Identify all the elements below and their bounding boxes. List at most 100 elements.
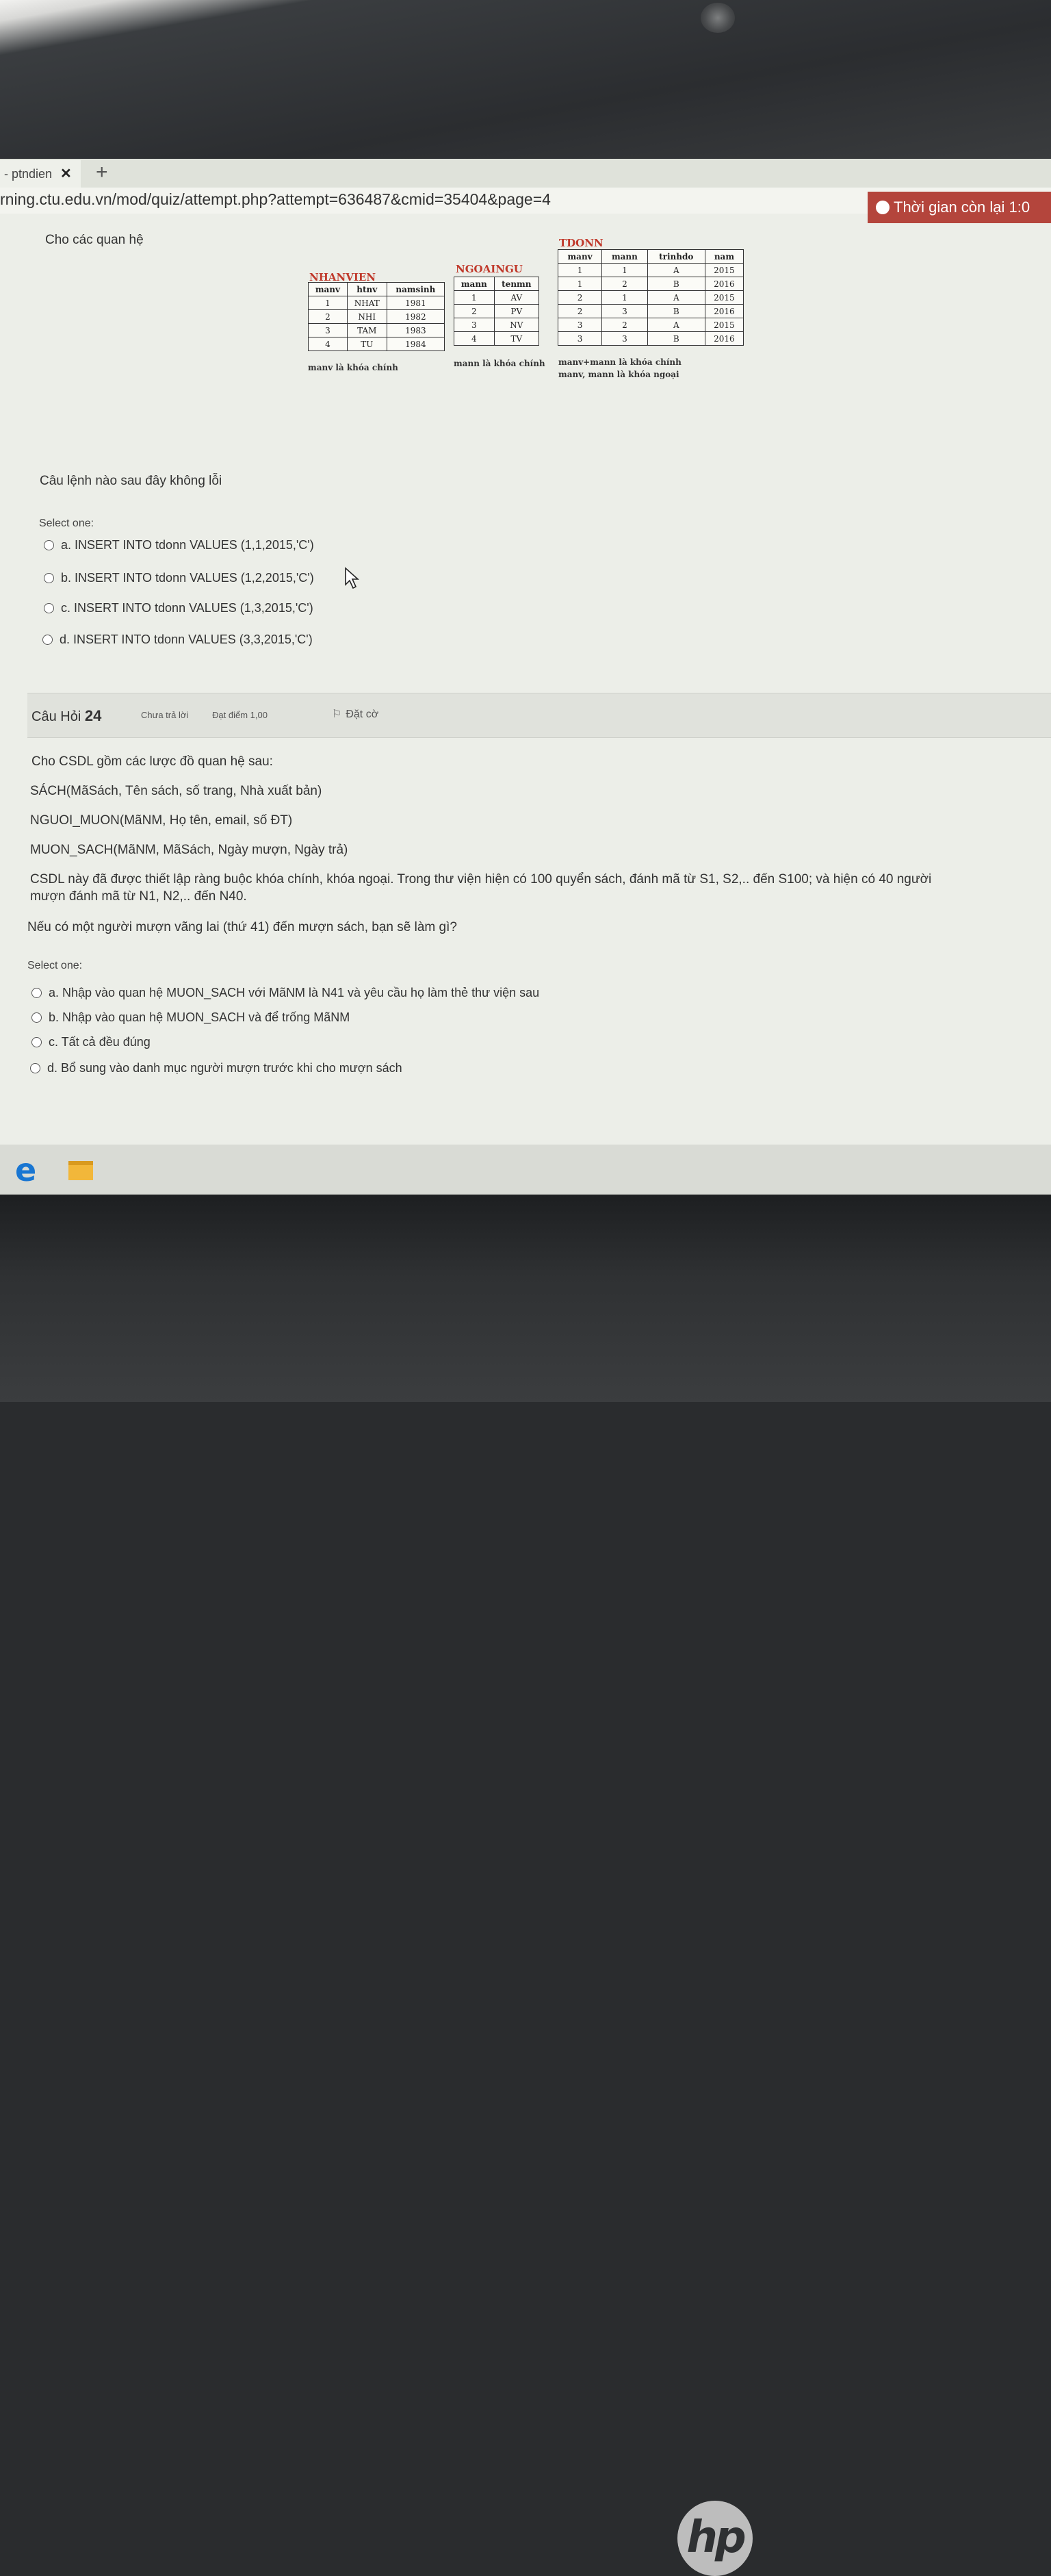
new-tab-button[interactable]: + <box>96 162 108 183</box>
answer-option-a[interactable]: a. INSERT INTO tdonn VALUES (1,1,2015,'C… <box>44 538 314 552</box>
answer-option-d[interactable]: d. Bổ sung vào danh mục người mượn trước… <box>30 1061 402 1075</box>
table-cell: B <box>647 331 705 346</box>
table-cell: NHI <box>346 309 387 324</box>
table-cell: 4 <box>454 331 495 346</box>
table-cell: 2 <box>557 304 603 318</box>
table-cell: B <box>647 304 705 318</box>
question-text-line: SÁCH(MãSách, Tên sách, số trang, Nhà xuấ… <box>30 784 322 798</box>
table-cell: TAM <box>346 323 387 337</box>
radio-button[interactable] <box>31 1037 42 1047</box>
question-number: Câu Hỏi 24 <box>31 707 101 725</box>
table-row: 1 AV <box>454 290 540 305</box>
table-row: 1 2 B 2016 <box>557 277 744 291</box>
table-row: 4 TV <box>454 331 540 346</box>
answer-option-b[interactable]: b. Nhập vào quan hệ MUON_SACH và để trốn… <box>31 1010 350 1025</box>
table-cell: A <box>647 290 705 305</box>
table-cell: TU <box>346 337 387 351</box>
laptop-bezel-bottom: hp <box>0 1195 1051 2576</box>
table-header-row: mann tenmn <box>454 277 540 291</box>
table-header-row: manv mann trinhdo nam <box>557 249 744 264</box>
radio-button[interactable] <box>44 573 54 583</box>
table-cell: 1 <box>454 290 495 305</box>
answer-option-d[interactable]: d. INSERT INTO tdonn VALUES (3,3,2015,'C… <box>42 633 313 647</box>
answer-option-c[interactable]: c. Tất cả đều đúng <box>31 1035 151 1049</box>
table-header-cell: htnv <box>346 282 387 296</box>
table-cell: 3 <box>308 323 348 337</box>
tab-title: - ptndien <box>4 167 53 181</box>
flag-icon: ⚐ <box>332 709 342 720</box>
table-header-cell: manv <box>557 249 603 264</box>
table-title-ngoaingu: NGOAINGU <box>456 263 523 275</box>
table-cell: 1 <box>557 263 603 277</box>
radio-button[interactable] <box>31 988 42 998</box>
table-note-tdonn-fk: manv, mann là khóa ngoại <box>558 370 679 379</box>
radio-button[interactable] <box>44 540 54 550</box>
question-text-line: CSDL này đã được thiết lập ràng buộc khó… <box>30 872 932 887</box>
flag-question-button[interactable]: ⚐ Đặt cờ <box>332 707 378 721</box>
option-label: a. Nhập vào quan hệ MUON_SACH với MãNM l… <box>49 986 540 999</box>
table-header-cell: trinhdo <box>647 249 705 264</box>
close-icon[interactable]: ✕ <box>60 160 72 188</box>
table-cell: 4 <box>308 337 348 351</box>
question-text-line: MUON_SACH(MãNM, MãSách, Ngày mượn, Ngày … <box>30 843 348 857</box>
question-status: Chưa trả lời <box>141 710 189 720</box>
answer-option-a[interactable]: a. Nhập vào quan hệ MUON_SACH với MãNM l… <box>31 986 539 1000</box>
radio-button[interactable] <box>31 1012 42 1023</box>
url-text[interactable]: rning.ctu.edu.vn/mod/quiz/attempt.php?at… <box>0 190 551 209</box>
select-one-label: Select one: <box>27 960 83 971</box>
table-tdonn: manv mann trinhdo nam 1 1 A 2015 1 2 B 2016 21… <box>557 249 744 346</box>
table-row: 2 NHI 1982 <box>308 309 445 324</box>
edge-browser-icon[interactable]: e <box>15 1154 36 1186</box>
option-label: c. Tất cả đều đúng <box>49 1035 151 1049</box>
table-header-row: manv htnv namsinh <box>308 282 445 296</box>
table-title-tdonn: TDONN <box>559 237 604 249</box>
table-row: 2 1 A 2015 <box>557 290 744 305</box>
timer-label: Thời gian còn lại 1:0 <box>894 199 1030 216</box>
table-cell: NV <box>493 318 540 332</box>
table-cell: 3 <box>601 304 648 318</box>
table-cell: 2015 <box>704 263 744 277</box>
laptop-bezel-top <box>0 0 1051 161</box>
table-cell: B <box>647 277 705 291</box>
option-label: b. INSERT INTO tdonn VALUES (1,2,2015,'C… <box>61 571 314 585</box>
file-explorer-icon[interactable] <box>68 1161 93 1180</box>
table-header-cell: nam <box>704 249 744 264</box>
table-cell: 2015 <box>704 318 744 332</box>
tab-strip: - ptndien ✕ + <box>0 159 1051 188</box>
table-cell: 2 <box>557 290 603 305</box>
table-cell: 1 <box>308 296 348 310</box>
question-info-bar: Câu Hỏi 24 Chưa trả lời Đạt điểm 1,00 ⚐ Đ… <box>27 693 1051 738</box>
table-cell: NHAT <box>346 296 387 310</box>
table-cell: 2 <box>308 309 348 324</box>
table-cell: 2 <box>601 318 648 332</box>
webcam <box>701 3 735 33</box>
table-note-ngoaingu: mann là khóa chính <box>454 359 545 368</box>
option-label: d. Bổ sung vào danh mục người mượn trước… <box>47 1061 402 1075</box>
radio-button[interactable] <box>44 603 54 613</box>
browser-tab[interactable]: - ptndien ✕ <box>0 160 81 188</box>
mouse-cursor-icon <box>345 567 359 589</box>
table-header-cell: mann <box>454 277 495 291</box>
option-label: b. Nhập vào quan hệ MUON_SACH và để trốn… <box>49 1010 350 1024</box>
table-cell: AV <box>493 290 540 305</box>
table-cell: 2016 <box>704 331 744 346</box>
table-cell: 3 <box>557 331 603 346</box>
table-cell: 3 <box>601 331 648 346</box>
answer-option-b[interactable]: b. INSERT INTO tdonn VALUES (1,2,2015,'C… <box>44 571 314 585</box>
table-cell: 3 <box>454 318 495 332</box>
table-cell: 2015 <box>704 290 744 305</box>
screen: - ptndien ✕ + rning.ctu.edu.vn/mod/quiz/… <box>0 159 1051 1195</box>
option-label: d. INSERT INTO tdonn VALUES (3,3,2015,'C… <box>60 633 313 646</box>
option-label: a. INSERT INTO tdonn VALUES (1,1,2015,'C… <box>61 538 314 552</box>
hp-logo: hp <box>677 2501 753 2576</box>
answer-option-c[interactable]: c. INSERT INTO tdonn VALUES (1,3,2015,'C… <box>44 601 313 615</box>
select-one-label: Select one: <box>39 518 94 529</box>
table-cell: 1984 <box>386 337 445 351</box>
radio-button[interactable] <box>30 1063 40 1073</box>
table-row: 3 TAM 1983 <box>308 323 445 337</box>
question-mark: Đạt điểm 1,00 <box>212 710 268 720</box>
table-header-cell: namsinh <box>386 282 445 296</box>
radio-button[interactable] <box>42 635 53 645</box>
table-row: 1 1 A 2015 <box>557 263 744 277</box>
question-number-value: 24 <box>84 707 102 724</box>
